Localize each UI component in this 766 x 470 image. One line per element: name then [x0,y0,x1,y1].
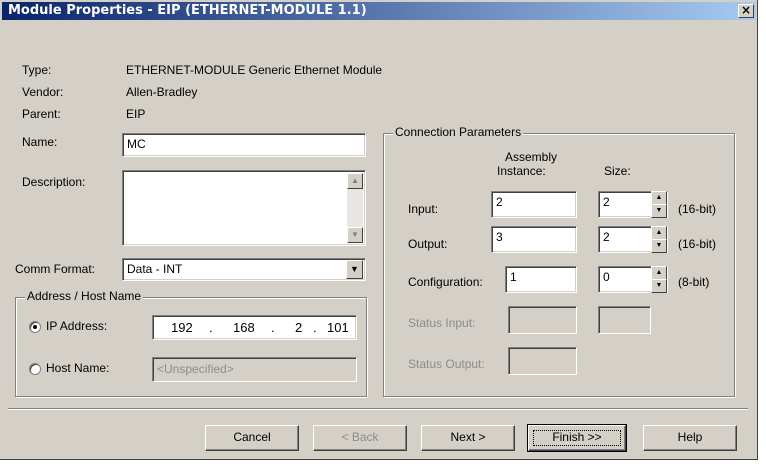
input-size-spinner[interactable]: ▲ ▼ [651,191,667,218]
back-button[interactable]: < Back [313,425,407,451]
configuration-instance-field[interactable]: 1 [505,266,577,293]
ip-dot: . [313,320,317,335]
output-size-spinner[interactable]: ▲ ▼ [651,226,667,253]
spin-up-icon[interactable]: ▲ [651,191,667,205]
window-title: Module Properties - EIP (ETHERNET-MODULE… [8,3,367,18]
configuration-label: Configuration: [408,275,483,289]
help-button[interactable]: Help [643,425,737,451]
ip-address-label[interactable]: IP Address: [46,319,107,333]
comm-format-value: Data - INT [127,262,183,276]
focus-rectangle [533,430,621,446]
configuration-size-value: 0 [603,270,610,284]
type-label: Type: [22,63,52,77]
parent-value: EIP [126,107,146,121]
ip-address-field[interactable]: 192 . 168 . 2 . 101 [152,315,357,340]
name-field[interactable]: MC [122,133,366,157]
ip-dot: . [271,320,275,335]
connection-parameters-title: Connection Parameters [393,125,524,139]
spin-down-icon[interactable]: ▼ [651,279,667,293]
output-size-field[interactable]: 2 ▲ ▼ [598,226,668,253]
configuration-unit: (8-bit) [678,275,710,289]
close-icon: × [740,3,752,17]
input-size-field[interactable]: 2 ▲ ▼ [598,191,668,218]
vendor-value: Allen-Bradley [126,85,198,99]
input-size-value: 2 [603,195,610,209]
input-unit: (16-bit) [678,202,717,216]
close-button[interactable]: × [738,4,754,18]
module-properties-dialog: Module Properties - EIP (ETHERNET-MODULE… [0,0,758,460]
description-label: Description: [22,175,86,189]
finish-button[interactable]: Finish >> [527,424,627,452]
ip-octet-2[interactable]: 168 [233,320,255,335]
host-name-radio[interactable] [29,363,41,375]
spin-up-icon[interactable]: ▲ [651,266,667,280]
spin-down-icon[interactable]: ▼ [651,204,667,218]
ip-address-radio[interactable] [29,321,41,333]
comm-format-label: Comm Format: [15,262,96,276]
parent-label: Parent: [22,107,61,121]
configuration-size-field[interactable]: 0 ▲ ▼ [598,266,668,293]
address-group [15,297,367,397]
next-button[interactable]: Next > [421,425,515,451]
status-output-label: Status Output: [408,357,485,371]
scroll-up-icon[interactable]: ▲ [347,173,363,189]
assembly-header: Assembly [505,150,558,164]
configuration-instance-value: 1 [510,270,517,284]
output-label: Output: [408,237,448,251]
chevron-down-icon[interactable]: ▼ [346,260,363,279]
host-name-placeholder: <Unspecified> [157,362,234,376]
output-instance-value: 3 [496,230,503,244]
instance-header: Instance: [497,164,546,178]
description-scrollbar[interactable]: ▲ ▼ [347,173,363,243]
spin-down-icon[interactable]: ▼ [651,239,667,253]
host-name-label[interactable]: Host Name: [46,361,109,375]
description-field[interactable]: ▲ ▼ [122,170,366,246]
output-size-value: 2 [603,230,610,244]
ip-octet-1[interactable]: 192 [171,320,193,335]
output-instance-field[interactable]: 3 [491,226,577,253]
separator [8,408,748,410]
cancel-button[interactable]: Cancel [205,425,299,451]
address-group-title: Address / Host Name [25,289,144,303]
input-instance-value: 2 [496,195,503,209]
type-value: ETHERNET-MODULE Generic Ethernet Module [126,63,383,77]
size-header: Size: [604,164,631,178]
title-bar[interactable]: Module Properties - EIP (ETHERNET-MODULE… [2,2,756,20]
configuration-size-spinner[interactable]: ▲ ▼ [651,266,667,293]
status-input-instance-field[interactable] [508,306,577,334]
scroll-down-icon[interactable]: ▼ [347,227,363,243]
ip-octet-4[interactable]: 101 [327,320,349,335]
host-name-field[interactable]: <Unspecified> [152,357,357,382]
comm-format-select[interactable]: Data - INT ▼ [122,258,366,281]
vendor-label: Vendor: [22,85,64,99]
name-label: Name: [22,135,58,149]
ip-dot: . [209,320,213,335]
spin-up-icon[interactable]: ▲ [651,226,667,240]
input-label: Input: [408,202,439,216]
ip-octet-3[interactable]: 2 [295,320,302,335]
output-unit: (16-bit) [678,237,717,251]
status-input-label: Status Input: [408,316,476,330]
input-instance-field[interactable]: 2 [491,191,577,218]
status-input-size-field[interactable] [598,306,651,334]
name-value: MC [127,137,146,151]
status-output-instance-field[interactable] [508,347,577,375]
